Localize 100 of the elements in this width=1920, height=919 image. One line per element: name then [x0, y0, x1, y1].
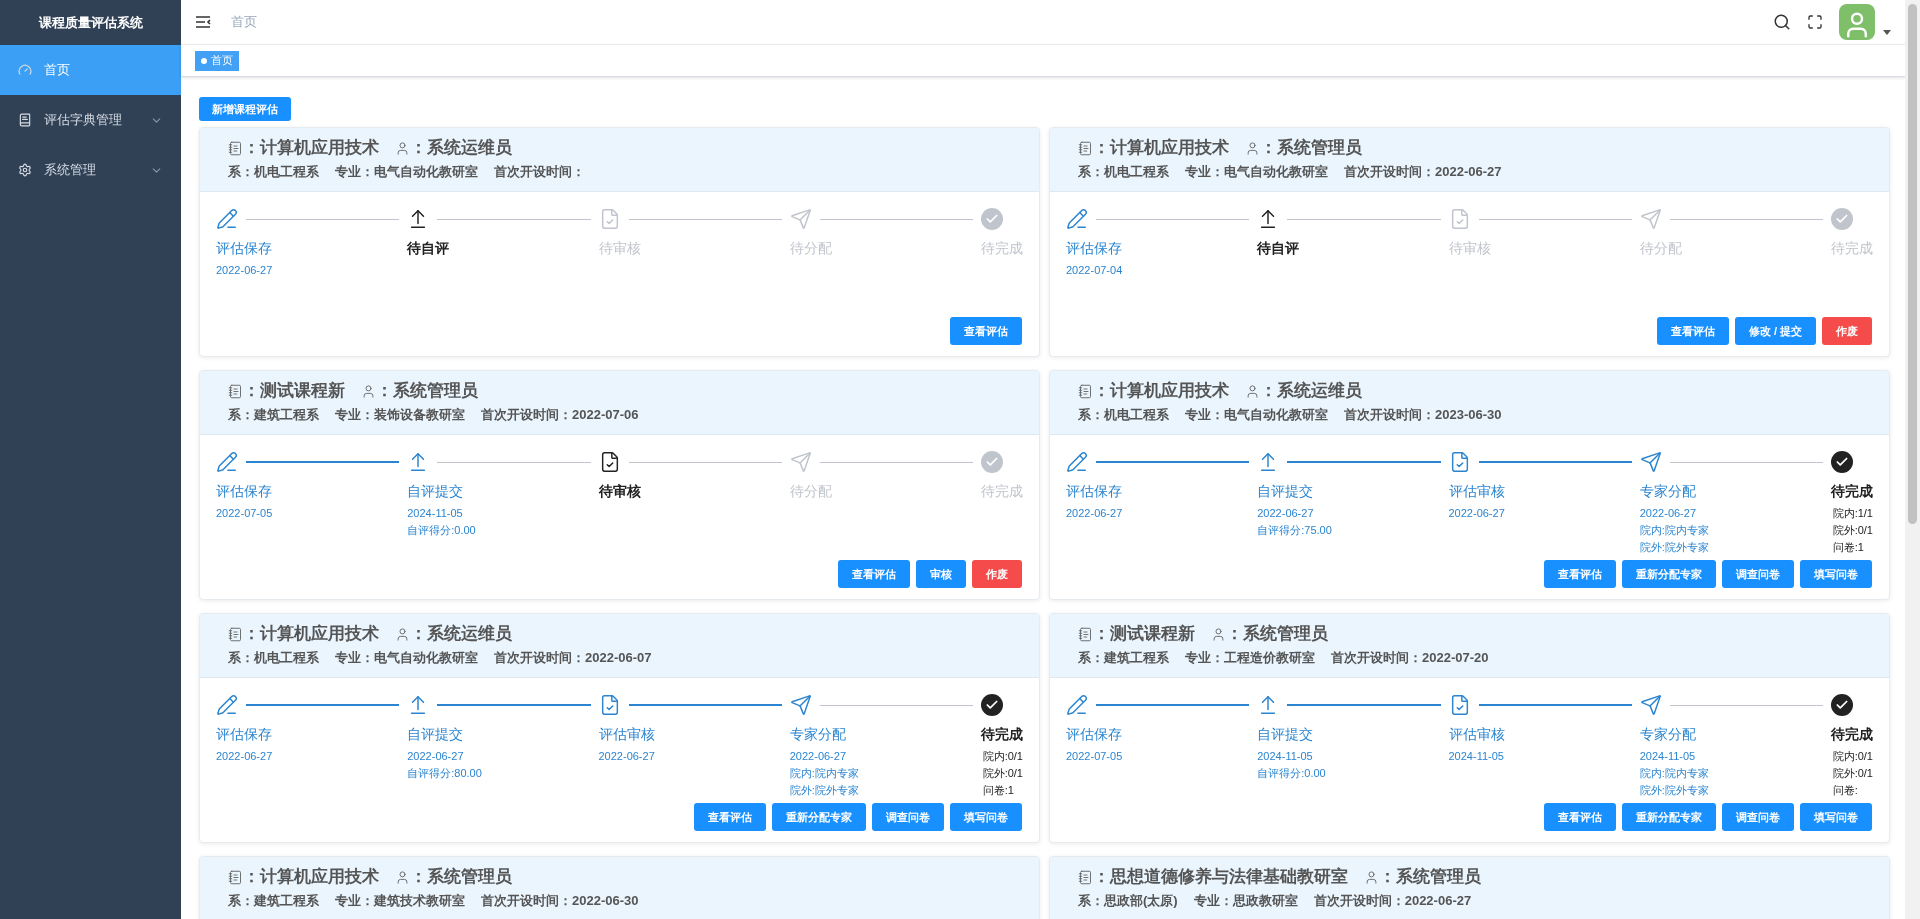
- step-detail: 自评得分:0.00: [407, 523, 476, 539]
- step-detail: 2022-06-27: [216, 263, 273, 279]
- course-title: ：计算机应用技术: [1093, 380, 1229, 403]
- owner-name: ：系统管理员: [376, 380, 478, 403]
- page-tag[interactable]: 首页: [195, 50, 239, 71]
- course-title: ：计算机应用技术: [243, 866, 379, 889]
- fullscreen-icon[interactable]: [1807, 14, 1823, 30]
- card-action-button[interactable]: 填写问卷: [1800, 560, 1872, 589]
- step-label: 待自评: [1257, 239, 1300, 259]
- major-text: 专业：电气自动化教研室: [335, 650, 478, 667]
- scrollbar[interactable]: [1905, 0, 1920, 919]
- course-title: ：思想道德修养与法律基础教研室: [1093, 866, 1348, 889]
- card-action-button[interactable]: 查看评估: [950, 317, 1022, 346]
- step-detail: 自评得分:75.00: [1257, 523, 1332, 539]
- step-detail: 问卷:: [1832, 783, 1858, 799]
- first-open-date: 首次开设时间：2022-07-06: [481, 407, 639, 424]
- notebook-icon: [1078, 869, 1093, 885]
- notebook-icon: [228, 140, 243, 156]
- step-detail: 院外:院外专家: [789, 783, 859, 799]
- step-detail: 院外:0/1: [1832, 766, 1873, 782]
- card-action-button[interactable]: 调查问卷: [1722, 803, 1794, 832]
- step-detail: 院内:0/1: [982, 749, 1023, 765]
- breadcrumb[interactable]: 首页: [231, 12, 257, 32]
- step-label: 待审核: [598, 239, 641, 259]
- major-text: 专业：建筑技术教研室: [335, 893, 465, 910]
- step-label: 自评提交: [1257, 482, 1314, 502]
- course-title: ：测试课程新: [1093, 623, 1195, 646]
- step-detail: 院外:0/1: [982, 766, 1023, 782]
- step-detail: 院外:0/1: [1832, 523, 1873, 539]
- step-detail: 院内:院内专家: [1639, 766, 1709, 782]
- step-label: 待完成: [981, 725, 1023, 745]
- card-action-button[interactable]: 填写问卷: [950, 803, 1022, 832]
- paper-plane-icon: [789, 451, 812, 474]
- step-detail: 问卷:1: [982, 783, 1014, 799]
- sidebar-item[interactable]: 系统管理: [0, 145, 181, 195]
- card-action-button[interactable]: 查看评估: [1544, 803, 1616, 832]
- owner-name: ：系统管理员: [1226, 623, 1328, 646]
- first-open-date: 首次开设时间：: [494, 164, 585, 181]
- step-label: 评估审核: [1448, 725, 1505, 745]
- step-label: 专家分配: [789, 725, 846, 745]
- user-icon: [1364, 869, 1379, 885]
- owner-name: ：系统运维员: [1260, 380, 1362, 403]
- first-open-date: 首次开设时间：2022-06-27: [1313, 893, 1472, 910]
- user-icon: [1245, 383, 1260, 399]
- pencil-icon: [1066, 694, 1088, 717]
- pencil-icon: [216, 694, 238, 717]
- sidebar-item[interactable]: 首页: [0, 45, 181, 95]
- sidebar-item[interactable]: 评估字典管理: [0, 95, 181, 145]
- card-action-button[interactable]: 填写问卷: [1800, 803, 1872, 832]
- step-detail: 院外:院外专家: [1639, 783, 1709, 799]
- card-action-button[interactable]: 查看评估: [838, 560, 910, 589]
- card-action-button[interactable]: 查看评估: [1656, 317, 1729, 346]
- paper-plane-icon: [789, 208, 812, 231]
- card-action-button[interactable]: 重新分配专家: [1622, 803, 1716, 832]
- card-action-button[interactable]: 查看评估: [694, 803, 766, 832]
- paper-plane-icon: [1639, 208, 1662, 231]
- caret-down-icon[interactable]: [1883, 29, 1891, 35]
- step-detail: 院外:院外专家: [1639, 540, 1709, 556]
- card-action-button[interactable]: 调查问卷: [1722, 560, 1794, 589]
- step-label: 待完成: [981, 239, 1023, 259]
- notebook-icon: [228, 869, 243, 885]
- step-label: 专家分配: [1639, 725, 1696, 745]
- user-icon: [395, 869, 410, 885]
- step-label: 评估审核: [598, 725, 655, 745]
- step-label: 待完成: [1831, 482, 1873, 502]
- step-label: 评估保存: [216, 725, 272, 745]
- user-icon: [395, 140, 410, 156]
- department-text: 系：建筑工程系: [1078, 650, 1169, 667]
- department-text: 系：机电工程系: [228, 650, 319, 667]
- pencil-icon: [216, 451, 238, 474]
- card-action-button[interactable]: 修改 / 提交: [1734, 317, 1816, 346]
- first-open-date: 首次开设时间：2022-06-07: [494, 650, 652, 667]
- step-label: 自评提交: [1257, 725, 1314, 745]
- step-label: 待完成: [1831, 725, 1873, 745]
- step-detail: 2022-07-05: [1066, 749, 1123, 765]
- step-detail: 2022-06-27: [1448, 506, 1505, 522]
- card-action-button[interactable]: 查看评估: [1544, 560, 1616, 589]
- major-text: 专业：装饰设备教研室: [335, 407, 465, 424]
- paper-plane-icon: [789, 694, 812, 717]
- user-icon: [1245, 140, 1260, 156]
- step-detail: 院内:1/1: [1832, 506, 1873, 522]
- step-label: 自评提交: [407, 482, 464, 502]
- add-course-evaluation-button[interactable]: 新增课程评估: [199, 97, 291, 122]
- step-label: 专家分配: [1639, 482, 1696, 502]
- notebook-icon: [1078, 140, 1093, 156]
- step-detail: 院内:0/1: [1832, 749, 1873, 765]
- major-text: 专业：电气自动化教研室: [1185, 407, 1328, 424]
- card-action-button[interactable]: 重新分配专家: [1622, 560, 1716, 589]
- step-detail: 院内:院内专家: [1639, 523, 1709, 539]
- card-action-button[interactable]: 重新分配专家: [772, 803, 866, 832]
- card-action-button[interactable]: 作废: [1822, 317, 1872, 346]
- card-action-button[interactable]: 调查问卷: [872, 803, 944, 832]
- department-text: 系：建筑工程系: [228, 407, 319, 424]
- search-icon[interactable]: [1773, 13, 1791, 31]
- pencil-icon: [1066, 451, 1088, 474]
- owner-name: ：系统管理员: [1379, 866, 1481, 889]
- step-label: 待分配: [789, 239, 832, 259]
- card-action-button[interactable]: 审核: [916, 560, 966, 589]
- owner-name: ：系统运维员: [410, 623, 512, 646]
- card-action-button[interactable]: 作废: [972, 560, 1022, 589]
